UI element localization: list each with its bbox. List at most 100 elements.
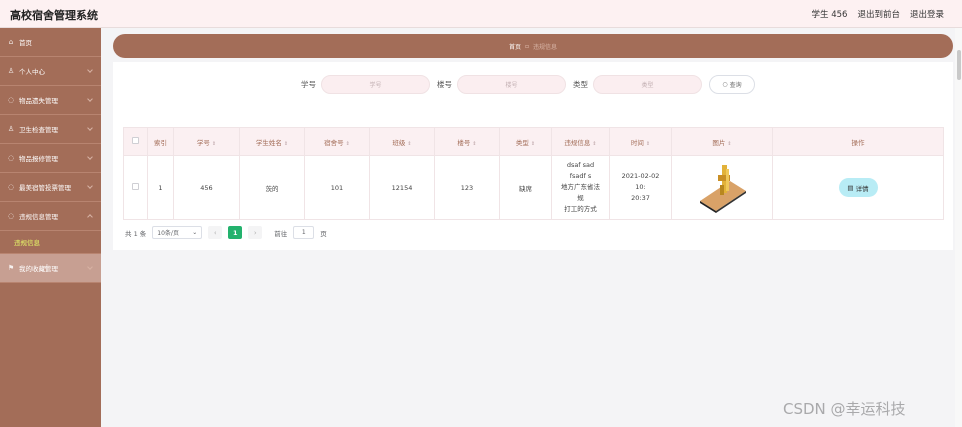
breadcrumb-current: 违规信息 [533, 43, 558, 51]
column-header-class[interactable]: 班级 ⇕ [369, 127, 435, 156]
student-no-label: 学号 [301, 80, 316, 89]
search-button[interactable]: ○ 查询 [709, 75, 755, 94]
table-header-row: 索引 学号 ⇕ 学生姓名 ⇕ 宿舍号 ⇕ 班级 ⇕ 楼号 ⇕ 类型 ⇕ 违规信息 ⇕ 时间 ⇕ … [123, 127, 944, 156]
app-title: 高校宿舍管理系统 [10, 9, 98, 22]
person-icon: ♙ [7, 125, 15, 133]
prev-page-button[interactable]: ‹ [208, 226, 223, 239]
cell-violation: dsaf sad fsadf s 地方广东省法规 打工的方式 [551, 155, 610, 220]
sort-icon: ⇕ [211, 140, 217, 147]
student-no-input[interactable]: 学号 [321, 75, 430, 94]
column-header-violation[interactable]: 违规信息 ⇕ [551, 127, 610, 156]
column-header-building[interactable]: 楼号 ⇕ [434, 127, 500, 156]
column-header-type[interactable]: 类型 ⇕ [499, 127, 552, 156]
user-label: 学生 456 [811, 10, 848, 20]
breadcrumb: 首页 ▫ 违规信息 [113, 34, 953, 58]
pagination: 共 1 条 10条/页 ⌄ ‹ 1 › 前往 1 页 [125, 226, 327, 239]
chevron-down-icon: ⌄ [192, 229, 198, 236]
sort-icon: ⇕ [407, 140, 412, 147]
watermark: CSDN @幸运科技 [783, 400, 906, 418]
page-suffix: 页 [320, 229, 327, 238]
cell-building: 123 [434, 155, 500, 220]
breadcrumb-separator-icon: ▫ [524, 42, 530, 50]
cell-dorm: 101 [304, 155, 370, 220]
sort-icon: ⇕ [727, 140, 732, 147]
sidebar-item-label: 我的收藏管理 [19, 265, 58, 273]
building-input[interactable]: 楼号 [457, 75, 566, 94]
user-icon: ♙ [7, 67, 15, 75]
page-number-button[interactable]: 1 [228, 226, 243, 239]
column-header-dorm[interactable]: 宿舍号 ⇕ [304, 127, 370, 156]
cell-type: 缺席 [499, 155, 552, 220]
row-select-cell [123, 155, 148, 220]
sidebar-item-label: 最美宿管投票管理 [19, 184, 71, 192]
detail-button-label: 详情 [855, 184, 869, 193]
sort-icon: ⇕ [645, 140, 651, 147]
page-size-select[interactable]: 10条/页 ⌄ [152, 226, 203, 239]
scrollbar-thumb[interactable] [957, 50, 961, 80]
search-icon: ○ [722, 81, 728, 88]
column-header-image[interactable]: 图片 ⇕ [671, 127, 773, 156]
sidebar: ⌂ 首页 ♙ 个人中心 ◌ 物品遗失管理 ♙ 卫生检查管理 ◌ 物品报修管理 ◌… [0, 28, 101, 427]
sidebar-subitem-violation-info[interactable]: 违规信息 [0, 231, 101, 254]
sidebar-item-collect[interactable]: ⚑ 我的收藏管理 ☝ [0, 254, 101, 283]
sidebar-item-label: 卫生检查管理 [19, 126, 58, 134]
total-count: 共 1 条 [125, 229, 147, 238]
cell-image [671, 155, 773, 220]
goto-label: 前往 [274, 229, 288, 238]
violation-photo[interactable] [696, 161, 748, 213]
circle-icon: ◌ [7, 212, 15, 220]
sort-icon: ⇕ [592, 140, 597, 147]
sidebar-item-vote[interactable]: ◌ 最美宿管投票管理 [0, 173, 101, 202]
chevron-down-icon [87, 96, 93, 102]
detail-button[interactable]: ▤ 详情 [838, 178, 878, 197]
home-icon: ⌂ [8, 38, 14, 46]
sort-icon: ⇕ [530, 140, 536, 147]
chevron-down-icon [87, 183, 93, 189]
sidebar-item-violation[interactable]: ◌ 违规信息管理 [0, 202, 101, 231]
column-header-index: 索引 [147, 127, 174, 156]
row-checkbox[interactable] [132, 183, 139, 190]
sidebar-item-lost-items[interactable]: ◌ 物品遗失管理 [0, 86, 101, 115]
type-label: 类型 [573, 80, 588, 89]
search-bar: 学号 学号 楼号 楼号 类型 类型 ○ 查询 [301, 75, 755, 94]
hand-cursor-icon: ☝ [42, 262, 49, 275]
chevron-down-icon [87, 67, 93, 73]
select-all-cell [123, 127, 148, 156]
column-header-actions: 操作 [772, 127, 944, 156]
cell-actions: ▤ 详情 [772, 155, 944, 220]
main-panel: 学号 学号 楼号 楼号 类型 类型 ○ 查询 索引 学号 ⇕ 学生姓名 ⇕ 宿舍号 ⇕… [113, 62, 953, 250]
cell-time: 2021-02-02 10: 20:37 [609, 155, 672, 220]
breadcrumb-home[interactable]: 首页 [509, 42, 521, 51]
column-header-name[interactable]: 学生姓名 ⇕ [239, 127, 305, 156]
chevron-down-icon [87, 154, 93, 160]
violation-table: 索引 学号 ⇕ 学生姓名 ⇕ 宿舍号 ⇕ 班级 ⇕ 楼号 ⇕ 类型 ⇕ 违规信息 ⇕ 时间 ⇕ … [123, 127, 944, 220]
edit-icon: ▤ [847, 183, 854, 192]
sidebar-item-home[interactable]: ⌂ 首页 [0, 28, 101, 57]
scrollbar-track[interactable] [955, 28, 962, 427]
exit-to-front-link[interactable]: 退出到前台 [857, 8, 900, 20]
building-label: 楼号 [437, 80, 452, 89]
column-header-time[interactable]: 时间 ⇕ [609, 127, 672, 156]
sidebar-item-label: 物品遗失管理 [19, 97, 58, 105]
column-header-student-no[interactable]: 学号 ⇕ [173, 127, 240, 156]
cell-class: 12154 [369, 155, 435, 220]
chevron-down-icon [87, 264, 93, 270]
type-input[interactable]: 类型 [593, 75, 702, 94]
circle-icon: ◌ [7, 183, 15, 191]
next-page-button[interactable]: › [248, 226, 263, 239]
sidebar-item-label: 违规信息管理 [19, 213, 58, 221]
sidebar-item-repair[interactable]: ◌ 物品报修管理 [0, 144, 101, 173]
goto-page-input[interactable]: 1 [293, 226, 315, 239]
circle-icon: ◌ [7, 154, 15, 162]
select-all-checkbox[interactable] [132, 137, 139, 144]
table-row: 1 456 茨的 101 12154 123 缺席 dsaf sad fsadf… [123, 155, 944, 220]
logout-link[interactable]: 退出登录 [910, 8, 944, 20]
sidebar-item-label: 个人中心 [19, 68, 45, 76]
chevron-up-icon [87, 214, 93, 220]
cell-name: 茨的 [239, 155, 305, 220]
sidebar-item-profile[interactable]: ♙ 个人中心 [0, 57, 101, 86]
circle-icon: ◌ [7, 96, 15, 104]
cell-index: 1 [147, 155, 174, 220]
sidebar-item-hygiene[interactable]: ♙ 卫生检查管理 [0, 115, 101, 144]
sidebar-item-label: 首页 [19, 39, 32, 47]
